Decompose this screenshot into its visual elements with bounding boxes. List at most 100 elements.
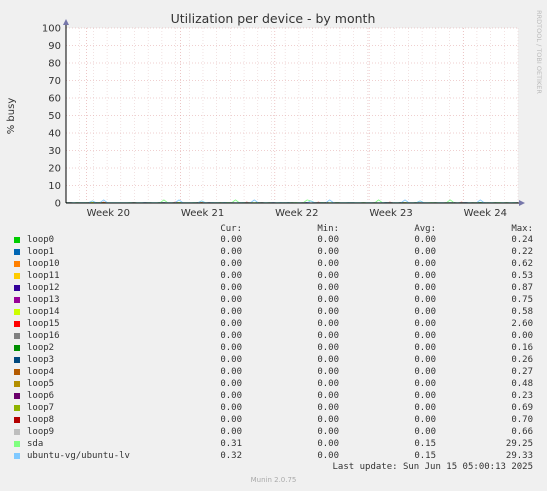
legend-avg: 0.00 bbox=[414, 355, 436, 365]
legend-max: 0.16 bbox=[511, 343, 533, 353]
y-tick-label: 50 bbox=[48, 111, 61, 122]
legend-min: 0.00 bbox=[317, 355, 339, 365]
legend-cur: 0.00 bbox=[220, 379, 242, 389]
legend-row: loop1 0.00 0.00 0.00 0.22 bbox=[0, 246, 547, 258]
legend-row: loop8 0.00 0.00 0.00 0.70 bbox=[0, 414, 547, 426]
legend-max: 0.62 bbox=[511, 259, 533, 269]
legend-name: loop9 bbox=[27, 427, 55, 437]
x-tick-label: Week 23 bbox=[369, 208, 412, 219]
legend-max: 0.53 bbox=[511, 271, 533, 281]
legend-max: 0.58 bbox=[511, 307, 533, 317]
legend-min: 0.00 bbox=[317, 343, 339, 353]
legend-row: loop15 0.00 0.00 0.00 2.60 bbox=[0, 318, 547, 330]
x-tick-label: Week 20 bbox=[87, 208, 130, 219]
legend-max: 0.00 bbox=[511, 331, 533, 341]
legend-name: loop2 bbox=[27, 343, 55, 353]
legend-min: 0.00 bbox=[317, 415, 339, 425]
legend-cur: 0.32 bbox=[220, 451, 242, 461]
legend-max: 0.48 bbox=[511, 379, 533, 389]
legend-avg: 0.00 bbox=[414, 331, 436, 341]
legend-name: loop11 bbox=[27, 271, 60, 281]
legend-row: sda 0.31 0.00 0.15 29.25 bbox=[0, 438, 547, 450]
legend-min: 0.00 bbox=[317, 259, 339, 269]
utilization-chart: Utilization per device - by month % busy… bbox=[6, 10, 543, 219]
legend-swatch bbox=[14, 285, 20, 291]
legend-name: loop6 bbox=[27, 391, 55, 401]
legend-min: 0.00 bbox=[317, 307, 339, 317]
legend-min: 0.00 bbox=[317, 427, 339, 437]
legend-cur: 0.00 bbox=[220, 415, 242, 425]
legend-row: loop0 0.00 0.00 0.00 0.24 bbox=[0, 234, 547, 246]
y-tick-label: 60 bbox=[48, 94, 61, 105]
legend-cur: 0.00 bbox=[220, 319, 242, 329]
y-tick-label: 100 bbox=[42, 24, 61, 35]
legend-swatch bbox=[14, 309, 20, 315]
y-tick-label: 80 bbox=[48, 59, 61, 70]
legend-avg: 0.00 bbox=[414, 271, 436, 281]
legend-name: loop7 bbox=[27, 403, 55, 413]
legend-avg: 0.00 bbox=[414, 307, 436, 317]
y-axis-arrow bbox=[63, 19, 69, 25]
chart-title: Utilization per device - by month bbox=[171, 11, 376, 26]
legend-max: 0.23 bbox=[511, 391, 533, 401]
legend-avg: 0.00 bbox=[414, 415, 436, 425]
legend-cur: 0.00 bbox=[220, 235, 242, 245]
legend-name: sda bbox=[27, 439, 44, 449]
legend-swatch bbox=[14, 393, 20, 399]
legend-avg: 0.00 bbox=[414, 319, 436, 329]
y-tick-label: 90 bbox=[48, 41, 61, 52]
legend-avg: 0.00 bbox=[414, 379, 436, 389]
legend-swatch bbox=[14, 381, 20, 387]
legend-min: 0.00 bbox=[317, 331, 339, 341]
legend-row: ubuntu-vg/ubuntu-lv 0.32 0.00 0.15 29.33 bbox=[0, 450, 547, 462]
legend-cur: 0.00 bbox=[220, 403, 242, 413]
legend-cur: 0.00 bbox=[220, 271, 242, 281]
legend-min: 0.00 bbox=[317, 271, 339, 281]
rrdtool-watermark: RRDTOOL / TOBI OETIKER bbox=[535, 10, 543, 94]
legend-max: 2.60 bbox=[511, 319, 533, 329]
y-tick-label: 40 bbox=[48, 129, 61, 140]
legend-swatch bbox=[14, 321, 20, 327]
legend-name: loop1 bbox=[27, 247, 55, 257]
legend-avg: 0.00 bbox=[414, 367, 436, 377]
legend-swatch bbox=[14, 273, 20, 279]
legend-min: 0.00 bbox=[317, 367, 339, 377]
legend-max: 0.87 bbox=[511, 283, 533, 293]
legend-min: 0.00 bbox=[317, 403, 339, 413]
legend-max: 0.22 bbox=[511, 247, 533, 257]
legend-min: 0.00 bbox=[317, 379, 339, 389]
legend-swatch bbox=[14, 237, 20, 243]
legend-cur: 0.00 bbox=[220, 427, 242, 437]
legend-max: 0.69 bbox=[511, 403, 533, 413]
legend-swatch bbox=[14, 357, 20, 363]
legend-avg: 0.00 bbox=[414, 295, 436, 305]
y-tick-label: 20 bbox=[48, 164, 61, 175]
legend-max: 0.70 bbox=[511, 415, 533, 425]
legend-swatch bbox=[14, 297, 20, 303]
legend-swatch bbox=[14, 345, 20, 351]
x-axis-arrow bbox=[519, 200, 525, 206]
y-axis-label: % busy bbox=[6, 98, 17, 135]
y-tick-label: 30 bbox=[48, 146, 61, 157]
x-tick-label: Week 21 bbox=[181, 208, 224, 219]
legend-name: loop4 bbox=[27, 367, 55, 377]
legend-avg: 0.15 bbox=[414, 439, 436, 449]
x-tick-label: Week 22 bbox=[275, 208, 318, 219]
legend-name: loop10 bbox=[27, 259, 60, 269]
legend-row: loop9 0.00 0.00 0.00 0.66 bbox=[0, 426, 547, 438]
legend-row: loop4 0.00 0.00 0.00 0.27 bbox=[0, 366, 547, 378]
legend-swatch bbox=[14, 333, 20, 339]
legend-swatch bbox=[14, 249, 20, 255]
legend-cur: 0.00 bbox=[220, 331, 242, 341]
legend-avg: 0.00 bbox=[414, 283, 436, 293]
legend-name: loop12 bbox=[27, 283, 60, 293]
legend-max: 0.26 bbox=[511, 355, 533, 365]
legend-max: 0.75 bbox=[511, 295, 533, 305]
legend-avg: 0.00 bbox=[414, 247, 436, 257]
legend-min: 0.00 bbox=[317, 247, 339, 257]
legend-max: 0.66 bbox=[511, 427, 533, 437]
legend-cur: 0.00 bbox=[220, 391, 242, 401]
legend-min: 0.00 bbox=[317, 235, 339, 245]
legend-cur: 0.00 bbox=[220, 355, 242, 365]
legend-name: ubuntu-vg/ubuntu-lv bbox=[27, 451, 130, 461]
